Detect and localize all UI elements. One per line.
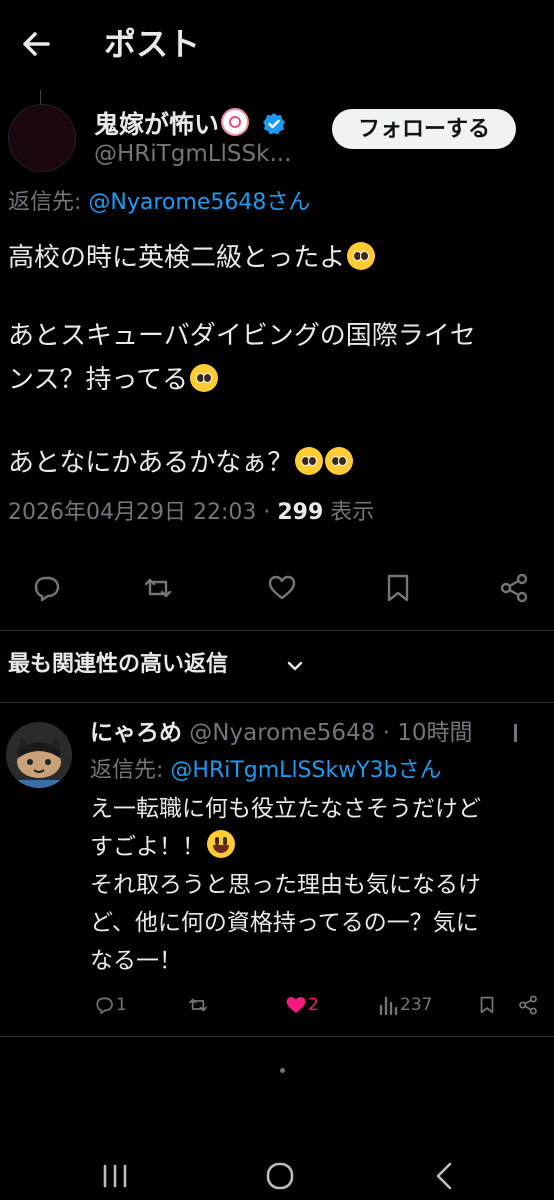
reply-avatar[interactable]	[6, 722, 72, 788]
liked-heart-icon	[286, 997, 306, 1013]
reply-text-line-3: それ取ろうと思った理由も気になるけ	[90, 868, 481, 902]
chevron-down-icon[interactable]	[284, 655, 306, 677]
divider	[0, 1036, 554, 1037]
like-count: 2	[308, 995, 319, 1015]
reply-text-line-2: すごよ！！	[90, 830, 235, 864]
reply-header: にゃろめ @Nyarome5648 · 10時間	[90, 718, 473, 748]
verified-badge-icon	[263, 113, 285, 135]
reply-to-label: 返信先:	[90, 758, 171, 783]
divider	[0, 630, 554, 631]
author-name-text: 鬼嫁が怖い	[94, 110, 220, 139]
bookmark-icon	[480, 996, 494, 1014]
reply-handle-time: @Nyarome5648 · 10時間	[182, 720, 473, 746]
post-text: あとスキューバダイビングの国際ライセ	[8, 321, 476, 351]
reply-author-name[interactable]: にゃろめ	[90, 720, 182, 746]
reply-to-mention[interactable]: @Nyarome5648	[88, 190, 266, 215]
reply-reply-button[interactable]: 1	[92, 990, 127, 1020]
sort-replies-label[interactable]: 最も関連性の高い返信	[8, 650, 228, 680]
reply-like-button[interactable]: 2	[284, 990, 319, 1020]
author-name[interactable]: 鬼嫁が怖い	[94, 108, 250, 140]
pleading-face-emoji-icon	[347, 242, 376, 270]
post-text: ンス？持ってる	[8, 365, 189, 395]
reply-count: 1	[116, 995, 127, 1015]
reply-retweet-button[interactable]	[186, 990, 210, 1020]
pleading-face-emoji-icon	[295, 447, 324, 475]
reply-text: ど、他に何の資格持ってるの一？気に	[90, 910, 479, 936]
cat-avatar-icon	[6, 722, 72, 788]
naruto-emoji-icon	[221, 108, 250, 136]
reply-reply-to-line: 返信先: @HRiTgmLlSSkwY3bさん	[90, 756, 442, 786]
back-arrow-icon[interactable]	[18, 24, 54, 64]
reply-icon[interactable]	[28, 570, 64, 606]
divider	[0, 702, 554, 703]
retweet-icon	[189, 998, 207, 1012]
post-text: 高校の時に英検二級とったよ	[8, 243, 346, 273]
reply-share-button[interactable]	[516, 990, 540, 1020]
reply-text-line-5: なる一！	[90, 944, 182, 978]
loading-dot	[280, 1068, 285, 1073]
pleading-face-emoji-icon	[190, 364, 219, 392]
bookmark-icon[interactable]	[380, 570, 416, 606]
view-count: 237	[400, 995, 433, 1015]
reply-text: なる一！	[90, 948, 182, 974]
author-handle[interactable]: @HRiTgmLlSSk...	[94, 140, 291, 168]
reply-icon	[96, 997, 113, 1015]
share-icon[interactable]	[496, 570, 532, 606]
post-text: あとなにかあるかなぁ？	[8, 448, 294, 478]
page-title: ポスト	[104, 25, 201, 63]
recent-apps-icon[interactable]	[100, 1160, 130, 1192]
grinning-face-emoji-icon	[207, 830, 235, 858]
reply-views-button[interactable]: 237	[378, 990, 432, 1020]
back-nav-icon[interactable]	[432, 1160, 456, 1192]
reply-bookmark-button[interactable]	[476, 990, 498, 1020]
post-text-line-2: あとスキューバダイビングの国際ライセ	[8, 318, 476, 354]
home-icon[interactable]	[264, 1160, 296, 1192]
reply-text: え一転職に何も役立たなさそうだけど	[90, 796, 481, 822]
post-timestamp: 2026年04月29日 22:03 · 299 表示	[8, 498, 374, 528]
views-chart-icon	[379, 996, 398, 1016]
reply-to-mention[interactable]: @HRiTgmLlSSkwY3b	[170, 758, 397, 783]
post-text-line-3: ンス？持ってる	[8, 362, 219, 398]
retweet-icon[interactable]	[140, 570, 176, 606]
pleading-face-emoji-icon	[325, 447, 354, 475]
like-icon[interactable]	[264, 570, 300, 606]
post-text-line-4: あとなにかあるかなぁ？	[8, 445, 354, 481]
share-icon	[519, 995, 537, 1015]
post-text-line-1: 高校の時に英検二級とったよ	[8, 240, 376, 276]
views-label: 表示	[323, 500, 375, 525]
reply-text: それ取ろうと思った理由も気になるけ	[90, 872, 481, 898]
reply-text-line-1: え一転職に何も役立たなさそうだけど	[90, 792, 481, 826]
view-count: 299	[277, 500, 324, 525]
author-avatar[interactable]	[8, 104, 76, 172]
more-options-icon[interactable]	[506, 720, 526, 746]
timestamp-text: 2026年04月29日 22:03 ·	[8, 500, 278, 525]
reply-to-label: 返信先:	[8, 190, 89, 215]
follow-button[interactable]: フォローする	[332, 109, 516, 149]
reply-to-suffix: さん	[397, 758, 442, 783]
reply-text: すごよ！！	[90, 834, 205, 860]
reply-text-line-4: ど、他に何の資格持ってるの一？気に	[90, 906, 479, 940]
reply-to-suffix: さん	[266, 190, 311, 215]
top-bar: ポスト	[0, 0, 554, 92]
reply-to-line: 返信先: @Nyarome5648さん	[8, 188, 310, 218]
